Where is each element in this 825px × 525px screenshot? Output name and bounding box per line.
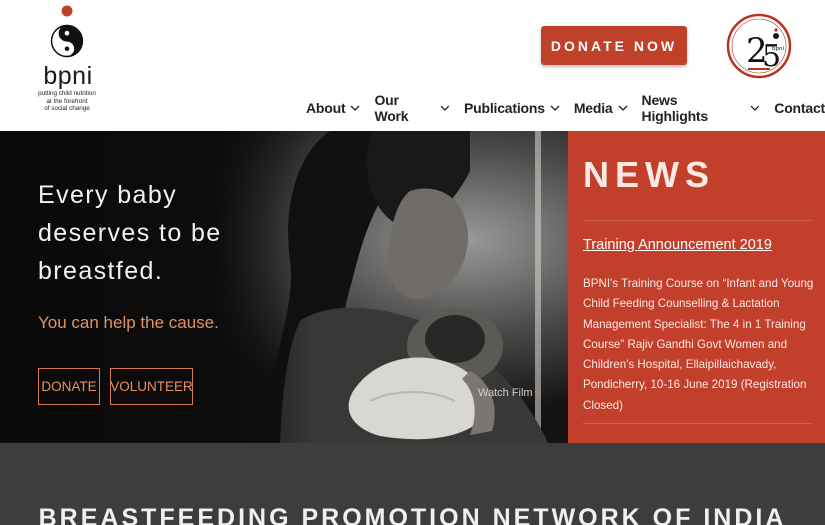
nav-item-publications[interactable]: Publications [464, 100, 560, 116]
bpni-logo-mark-icon [50, 5, 84, 58]
tagline-line: of social change [44, 105, 90, 113]
donate-now-button[interactable]: DONATE NOW [541, 26, 687, 65]
watch-film-link[interactable]: Watch Film › [478, 387, 540, 399]
nav-item-about[interactable]: About [306, 100, 360, 116]
news-divider [583, 423, 811, 424]
chevron-down-icon [440, 105, 450, 111]
news-panel: NEWS Training Announcement 2019 BPNI's T… [568, 131, 825, 443]
chevron-down-icon [550, 105, 560, 111]
org-name-band: BREASTFEEDING PROMOTION NETWORK OF INDIA [0, 443, 825, 525]
site-header: bpni putting child nutrition at the fore… [0, 0, 825, 131]
nav-item-label: About [306, 100, 346, 116]
main-nav: About Our Work Publications Media News H… [306, 92, 825, 124]
news-divider [583, 220, 811, 221]
hero-headline-line: breastfed. [38, 257, 164, 285]
nav-item-contact[interactable]: Contact [774, 100, 825, 116]
nav-item-media[interactable]: Media [574, 100, 628, 116]
nav-item-label: News Highlights [641, 92, 709, 124]
25-years-badge-icon[interactable]: 2 5 bpni [726, 10, 792, 82]
hero-headline: Every baby deserves to be breastfed. [38, 176, 278, 290]
tagline-line: at the forefront [46, 97, 88, 105]
chevron-down-icon [350, 105, 360, 111]
hero-headline-line: Every baby [38, 181, 178, 209]
news-item-body: BPNI's Training Course on “Infant and Yo… [583, 277, 814, 412]
nav-item-label: Publications [464, 100, 545, 116]
watch-film-label: Watch Film [478, 387, 533, 399]
logo-tagline: putting child nutrition at the forefront… [34, 90, 100, 113]
chevron-down-icon [750, 105, 760, 111]
hero-subtitle: You can help the cause. [38, 313, 219, 332]
news-item-link[interactable]: Training Announcement 2019 [583, 237, 772, 253]
nav-item-news-highlights[interactable]: News Highlights [642, 92, 761, 124]
logo-wordmark: bpni [43, 62, 93, 90]
bpni-logo[interactable]: bpni putting child nutrition at the fore… [34, 4, 100, 122]
nav-item-label: Media [573, 100, 613, 116]
org-name-heading: BREASTFEEDING PROMOTION NETWORK OF INDIA [38, 504, 787, 525]
news-heading: NEWS [583, 154, 715, 195]
chevron-down-icon [618, 105, 627, 111]
tagline-line: putting child nutrition [38, 90, 96, 97]
hero-donate-button[interactable]: DONATE [38, 368, 100, 405]
nav-item-label: Contact [774, 100, 825, 116]
nav-item-our-work[interactable]: Our Work [374, 92, 450, 124]
hero-volunteer-button[interactable]: VOLUNTEER [110, 368, 193, 405]
nav-item-label: Our Work [374, 92, 409, 124]
chevron-right-icon: › [536, 387, 541, 399]
svg-text:bpni: bpni [772, 46, 784, 52]
hero-headline-line: deserves to be [38, 219, 222, 247]
